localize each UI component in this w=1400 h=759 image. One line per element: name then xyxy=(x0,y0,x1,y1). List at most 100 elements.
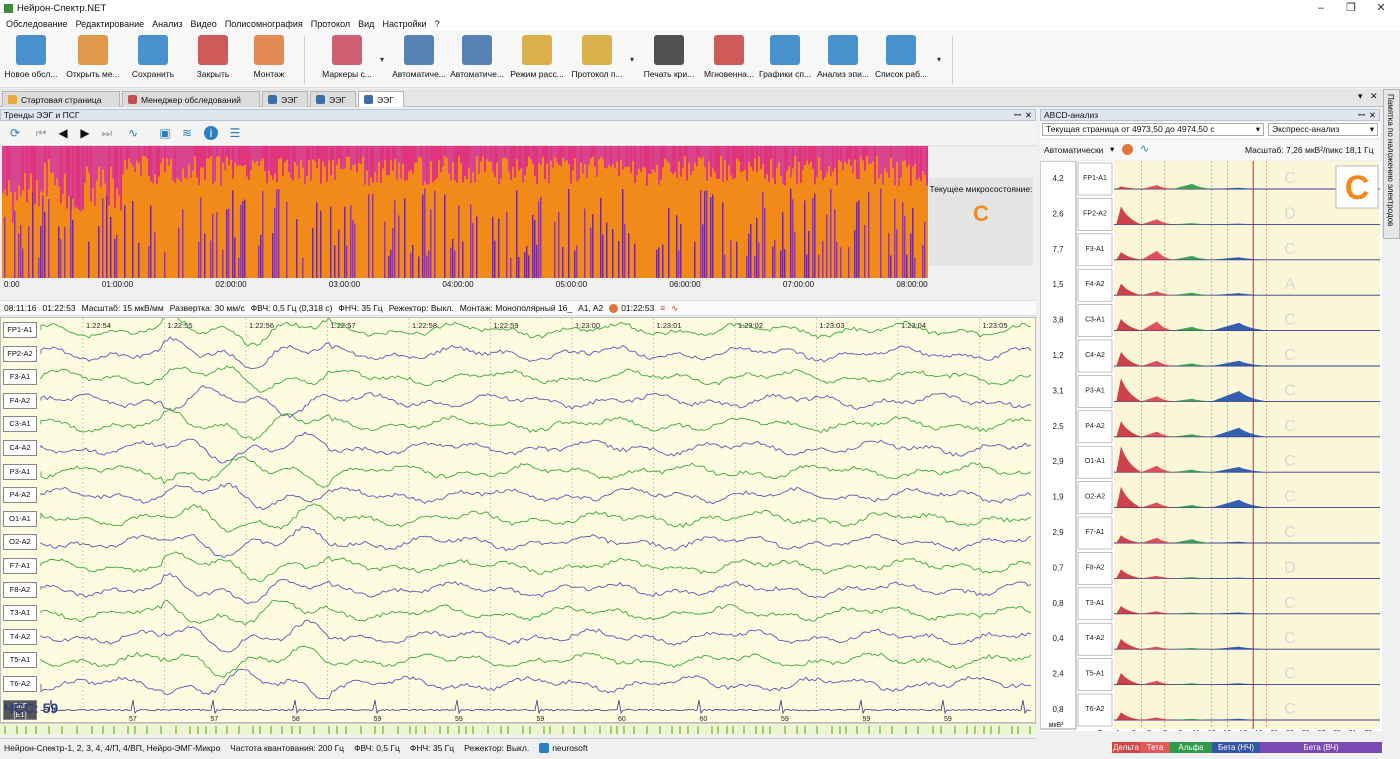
toolbar-button-print[interactable]: Печать кри... xyxy=(640,35,698,79)
toolbar-button-new-exam[interactable]: Новое обсл... xyxy=(2,35,60,79)
channel-label-o2-a2[interactable]: O2-A2 xyxy=(3,534,37,551)
toolbar-button-open[interactable]: Открыть ме... xyxy=(64,35,122,79)
channel-label-f7-a1[interactable]: F7-A1 xyxy=(3,558,37,574)
pin-icon[interactable]: ꟷ xyxy=(1358,110,1365,120)
channel-label-t3-a1[interactable]: T3-A1 xyxy=(3,605,37,622)
record-time-select[interactable]: 01:22:53 xyxy=(42,303,75,313)
minimize-button[interactable]: – xyxy=(1306,0,1336,16)
toolbar-button-auto-analysis[interactable]: Автоматиче... xyxy=(390,35,448,79)
first-page-icon[interactable]: ⏮ xyxy=(34,126,48,140)
menu-item[interactable]: Полисомнография xyxy=(225,19,303,29)
tab-eeg-3[interactable]: ЭЭГ xyxy=(358,91,404,107)
menu-item[interactable]: Видео xyxy=(191,19,217,29)
list-icon[interactable]: ☰ xyxy=(228,126,242,140)
spectral-trend-heatmap xyxy=(2,146,928,278)
save-trend-icon[interactable]: ▣ xyxy=(158,126,172,140)
electrode-guide-tab[interactable]: Памятка по наложению электродов xyxy=(1383,89,1400,239)
close-panel-icon[interactable]: ✕ xyxy=(1025,110,1032,120)
menu-item[interactable]: Протокол xyxy=(311,19,350,29)
channel-label-fp2-a2[interactable]: FP2-A2 xyxy=(3,345,37,362)
scale-select[interactable]: Масштаб: 15 мкВ/мм xyxy=(82,303,164,313)
channel-label-p3-a1[interactable]: P3-A1 xyxy=(3,463,37,480)
hpf-select[interactable]: ФВЧ: 0,5 Гц (0,318 с) xyxy=(251,303,333,313)
channel-label-c4-a2[interactable]: C4-A2 xyxy=(3,440,37,456)
info-icon[interactable]: i xyxy=(204,126,218,140)
channel-label-t6-a2[interactable]: T6-A2 xyxy=(3,676,37,692)
chevron-down-icon[interactable]: ▾ xyxy=(937,55,941,64)
menu-item[interactable]: Обследование xyxy=(6,19,68,29)
menu-item[interactable]: Редактирование xyxy=(76,19,145,29)
toolbar-button-markers[interactable]: Маркеры с... xyxy=(318,35,376,79)
channel-label-o1-a1[interactable]: O1-A1 xyxy=(3,510,37,527)
menu-item[interactable]: Вид xyxy=(358,19,374,29)
wave-icon[interactable]: ≋ xyxy=(180,126,194,140)
reference-select[interactable]: A1, A2 xyxy=(578,303,603,313)
trend-type-icon[interactable]: ∿ xyxy=(126,126,140,140)
lpf-select[interactable]: ФНЧ: 35 Гц xyxy=(338,303,382,313)
tab-exam-manager[interactable]: Менеджер обследований xyxy=(122,91,260,107)
event-mark xyxy=(226,726,228,734)
montage-head-icon[interactable] xyxy=(609,303,619,313)
analysis-mode-select[interactable]: Экспресс-анализ ▾ xyxy=(1268,123,1378,136)
channel-label-f3-a1[interactable]: F3-A1 xyxy=(3,369,37,386)
hr-value: 59 xyxy=(781,716,789,722)
event-mark xyxy=(917,726,919,734)
channel-label-t4-a2[interactable]: T4-A2 xyxy=(3,628,37,645)
toolbar-button-protocol[interactable]: Протокол п... xyxy=(568,35,626,79)
event-mark xyxy=(679,726,681,734)
pin-icon[interactable]: ꟷ xyxy=(1014,110,1021,120)
next-icon[interactable]: ▶ xyxy=(78,126,92,140)
prev-icon[interactable]: ◀ xyxy=(56,126,70,140)
eeg-params-bar: 08:11:16 01:22:53 Масштаб: 15 мкВ/мм Раз… xyxy=(0,300,1036,316)
tab-eeg-2[interactable]: ЭЭГ xyxy=(310,91,356,107)
channel-label-fp1-a1[interactable]: FP1-A1 xyxy=(3,322,37,338)
channel-label-f8-a2[interactable]: F8-A2 xyxy=(3,581,37,598)
tab-label: ЭЭГ xyxy=(377,94,394,105)
montage-select[interactable]: Монтаж: Монополярный 16_ xyxy=(460,303,572,313)
tab-start-page[interactable]: Стартовая страница xyxy=(2,91,120,107)
toolbar-button-view-mode[interactable]: Режим расс... xyxy=(508,35,566,79)
channel-label-f4-a2[interactable]: F4-A2 xyxy=(3,392,37,409)
marker-2-icon[interactable]: ∿ xyxy=(671,303,678,314)
chevron-down-icon[interactable]: ▾ xyxy=(630,55,634,64)
toolbar-button-worklist[interactable]: Список раб... xyxy=(872,35,930,79)
chevron-down-icon[interactable]: ▾ xyxy=(1110,144,1114,155)
close-window-button[interactable]: ✕ xyxy=(1366,0,1396,16)
close-tab-icon[interactable]: ✕ xyxy=(1370,91,1378,102)
start-page-icon xyxy=(8,95,17,104)
tab-eeg-1[interactable]: ЭЭГ xyxy=(262,91,308,107)
restore-button[interactable]: ❐ xyxy=(1336,0,1366,16)
toolbar-button-close-exam[interactable]: Закрыть xyxy=(184,35,242,79)
toolbar-button-save[interactable]: Сохранить xyxy=(124,35,182,79)
toolbar-button-epi-analysis[interactable]: Анализ эпи... xyxy=(814,35,872,79)
channel-label-t5-a1[interactable]: T5-A1 xyxy=(3,652,37,669)
toolbar-button-auto-analysis-2[interactable]: Автоматиче... xyxy=(448,35,506,79)
spectrum-icon[interactable]: ∿ xyxy=(1140,142,1149,155)
page-range-select[interactable]: Текущая страница от 4973,50 до 4974,50 с… xyxy=(1042,123,1264,136)
toolbar-button-montage[interactable]: Монтаж xyxy=(240,35,298,79)
menu-item[interactable]: Анализ xyxy=(152,19,182,29)
toolbar-button-instant[interactable]: Мгновенна... xyxy=(700,35,758,79)
sweep-select[interactable]: Развертка: 30 мм/с xyxy=(170,303,245,313)
menu-item[interactable]: ? xyxy=(435,19,440,29)
notch-select[interactable]: Режектор: Выкл. xyxy=(389,303,454,313)
eeg-traces-area[interactable]: 1:22:54 1:22:55 1:22:56 1:22:57 1:22:58 1:22:… xyxy=(0,317,1036,723)
abcd-amplitude: 0,8 xyxy=(1052,705,1064,714)
document-tabs: Стартовая страница Менеджер обследований… xyxy=(0,89,1400,107)
menu-item[interactable]: Настройки xyxy=(382,19,426,29)
event-mark xyxy=(762,726,764,734)
auto-select[interactable]: Автоматически xyxy=(1044,145,1103,155)
last-page-icon[interactable]: ⏭ xyxy=(100,126,114,140)
hr-value: 59 xyxy=(944,716,952,722)
close-panel-icon[interactable]: ✕ xyxy=(1369,110,1376,120)
toolbar-label: Автоматиче... xyxy=(392,69,446,79)
pin-icon[interactable]: ▾ xyxy=(1358,91,1363,102)
head-icon[interactable] xyxy=(1122,144,1133,155)
channel-label-p4-a2[interactable]: P4-A2 xyxy=(3,487,37,504)
refresh-icon[interactable]: ⟳ xyxy=(8,126,22,140)
channel-label-c3-a1[interactable]: C3-A1 xyxy=(3,416,37,433)
marker-icon[interactable]: ≡ xyxy=(660,303,665,313)
abcd-amplitude: 3,1 xyxy=(1052,386,1064,395)
chevron-down-icon[interactable]: ▾ xyxy=(380,55,384,64)
toolbar-button-spectrum-graphs[interactable]: Графики сп... xyxy=(756,35,814,79)
